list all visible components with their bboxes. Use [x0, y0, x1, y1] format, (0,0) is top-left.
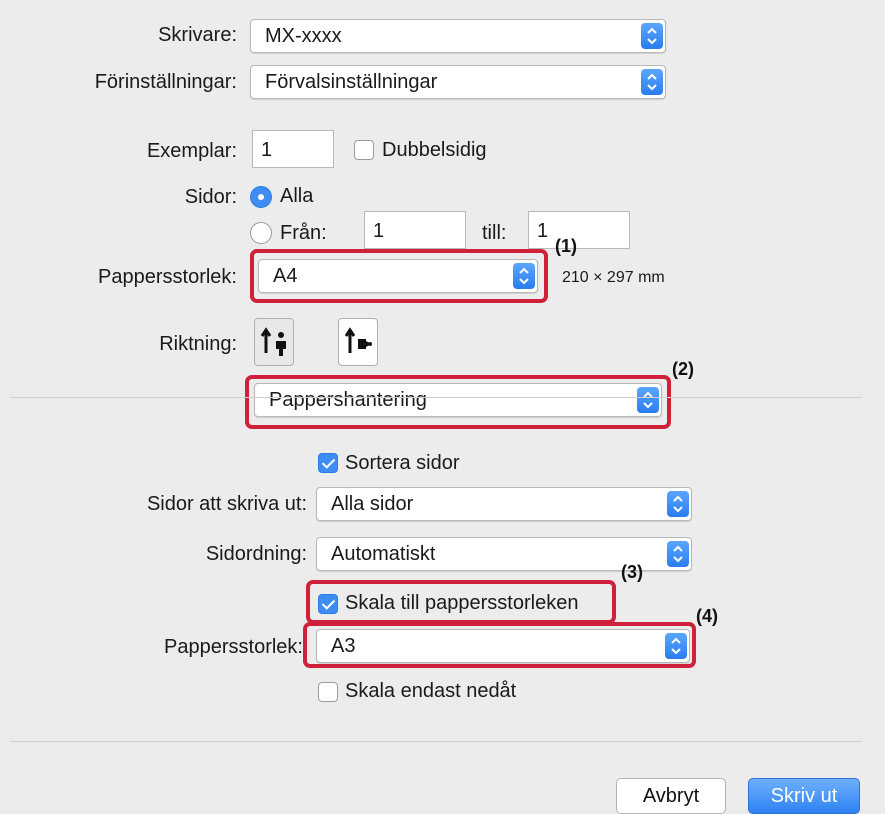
presets-label: Förinställningar:	[94, 71, 237, 93]
page-order-value: Automatiskt	[331, 543, 436, 565]
pages-all-label: Alla	[280, 185, 314, 207]
orientation-label: Riktning:	[159, 333, 237, 355]
popup-stepper-icon	[641, 23, 663, 49]
printer-label: Skrivare:	[158, 24, 237, 46]
popup-stepper-icon	[641, 69, 663, 95]
divider	[10, 741, 862, 742]
copies-value: 1	[261, 139, 273, 161]
highlight-box-3	[306, 580, 616, 624]
popup-stepper-icon	[667, 541, 689, 567]
pages-range-radio[interactable]	[250, 222, 272, 244]
paper-size-dimensions: 210 × 297 mm	[562, 269, 665, 286]
highlight-box-1	[250, 249, 548, 303]
callout-3: (3)	[621, 562, 643, 582]
printer-value: MX-xxxx	[265, 25, 342, 47]
pages-from-value: 1	[373, 220, 385, 242]
callout-4: (4)	[696, 606, 718, 626]
pages-to-value: 1	[537, 220, 549, 242]
collate-label: Sortera sidor	[345, 452, 460, 474]
pages-all-radio[interactable]	[250, 186, 272, 208]
landscape-icon[interactable]	[338, 318, 378, 366]
destination-paper-label: Pappersstorlek:	[164, 636, 303, 658]
pages-to-print-label: Sidor att skriva ut:	[146, 493, 307, 515]
collate-checkbox[interactable]	[318, 453, 338, 473]
pages-to-field[interactable]: 1	[528, 211, 630, 249]
scale-down-only-label: Skala endast nedåt	[345, 680, 517, 702]
divider	[10, 397, 862, 398]
two-sided-checkbox[interactable]	[354, 140, 374, 160]
copies-label: Exemplar:	[146, 140, 237, 162]
highlight-box-4	[303, 622, 696, 668]
popup-stepper-icon	[667, 491, 689, 517]
page-order-label: Sidordning:	[205, 543, 307, 565]
paper-size-label: Pappersstorlek:	[98, 266, 237, 288]
copies-field[interactable]: 1	[252, 130, 334, 168]
pages-to-print-popup[interactable]: Alla sidor	[316, 487, 692, 521]
pages-from-field[interactable]: 1	[364, 211, 466, 249]
print-button[interactable]: Skriv ut	[748, 778, 860, 814]
two-sided-label: Dubbelsidig	[382, 139, 487, 161]
pages-from-label: Från:	[280, 222, 327, 244]
pages-to-label: till:	[482, 222, 507, 244]
presets-popup[interactable]: Förvalsinställningar	[250, 65, 666, 99]
pages-label: Sidor:	[184, 186, 237, 208]
scale-down-only-checkbox[interactable]	[318, 682, 338, 702]
highlight-box-2	[245, 375, 671, 429]
presets-value: Förvalsinställningar	[265, 71, 438, 93]
cancel-button[interactable]: Avbryt	[616, 778, 726, 814]
callout-2: (2)	[672, 359, 694, 379]
pages-to-print-value: Alla sidor	[331, 493, 414, 515]
portrait-icon[interactable]	[254, 318, 294, 366]
printer-popup[interactable]: MX-xxxx	[250, 19, 666, 53]
callout-1: (1)	[555, 236, 577, 256]
